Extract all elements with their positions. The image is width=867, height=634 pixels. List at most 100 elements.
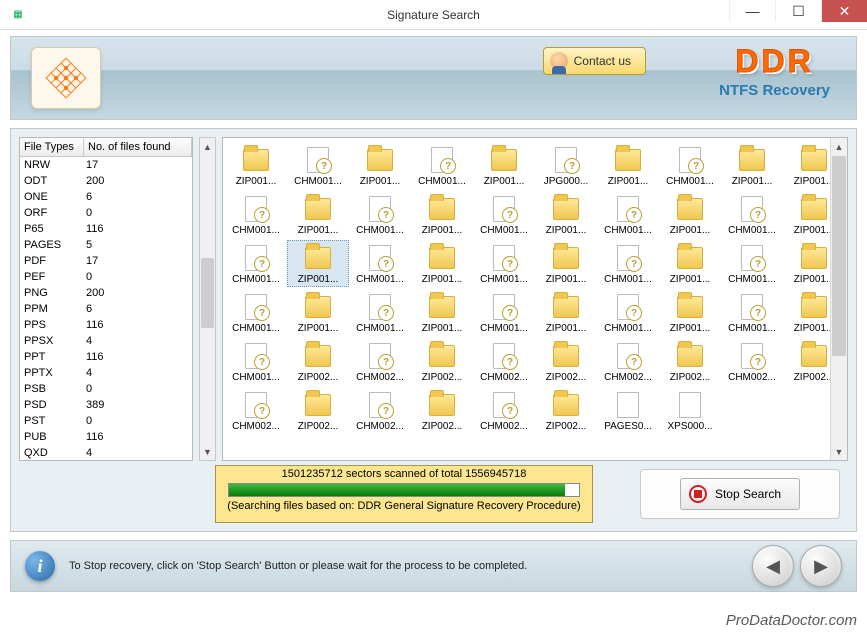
table-row[interactable]: PNG200 [20, 285, 192, 301]
table-row[interactable]: ODT200 [20, 173, 192, 189]
file-item[interactable]: ZIP002... [535, 387, 597, 434]
file-item[interactable]: CHM001... [721, 289, 783, 336]
file-item[interactable]: ZIP001... [411, 289, 473, 336]
file-item[interactable]: CHM002... [721, 338, 783, 385]
file-label: ZIP001... [794, 274, 835, 285]
file-item[interactable]: ZIP002... [659, 338, 721, 385]
table-row[interactable]: PPTX4 [20, 365, 192, 381]
file-item[interactable]: ZIP001... [287, 240, 349, 287]
scroll-down-icon[interactable]: ▼ [200, 443, 215, 460]
file-item[interactable]: PAGES0... [597, 387, 659, 434]
folder-icon [798, 291, 830, 323]
file-item[interactable]: ZIP002... [411, 387, 473, 434]
file-item[interactable]: CHM001... [597, 191, 659, 238]
file-item[interactable]: ZIP002... [287, 387, 349, 434]
scroll-up-icon[interactable]: ▲ [200, 138, 215, 155]
file-item[interactable]: ZIP002... [535, 338, 597, 385]
file-item[interactable]: CHM001... [473, 289, 535, 336]
file-item[interactable]: CHM002... [473, 387, 535, 434]
file-item[interactable]: ZIP001... [411, 240, 473, 287]
file-item[interactable]: ZIP001... [411, 191, 473, 238]
table-row[interactable]: PPSX4 [20, 333, 192, 349]
file-item[interactable]: CHM001... [349, 191, 411, 238]
table-row[interactable]: P65116 [20, 221, 192, 237]
file-item[interactable]: CHM002... [349, 387, 411, 434]
next-button[interactable]: ▶ [800, 545, 842, 587]
table-row[interactable]: PSB0 [20, 381, 192, 397]
file-item[interactable]: ZIP001... [349, 142, 411, 189]
folder-icon [302, 389, 334, 421]
file-item[interactable]: ZIP001... [721, 142, 783, 189]
table-row[interactable]: PPM6 [20, 301, 192, 317]
file-item[interactable]: CHM001... [597, 240, 659, 287]
table-row[interactable]: ONE6 [20, 189, 192, 205]
scroll-down-icon[interactable]: ▼ [831, 443, 847, 460]
file-item[interactable]: CHM002... [349, 338, 411, 385]
grid-scrollbar[interactable]: ▲ ▼ [830, 138, 847, 460]
table-row[interactable]: PEF0 [20, 269, 192, 285]
table-row[interactable]: PPS116 [20, 317, 192, 333]
file-item[interactable]: ZIP001... [535, 191, 597, 238]
scroll-thumb[interactable] [201, 258, 214, 328]
file-item[interactable]: ZIP001... [287, 191, 349, 238]
file-item[interactable]: ZIP001... [659, 191, 721, 238]
table-row[interactable]: PUB116 [20, 429, 192, 445]
scroll-up-icon[interactable]: ▲ [831, 138, 847, 155]
file-item[interactable]: CHM001... [473, 240, 535, 287]
contact-us-button[interactable]: Contact us [543, 47, 646, 75]
stop-search-button[interactable]: Stop Search [680, 478, 800, 510]
file-item[interactable]: CHM001... [659, 142, 721, 189]
file-item[interactable]: ZIP001... [597, 142, 659, 189]
table-row[interactable]: PSD389 [20, 397, 192, 413]
file-item[interactable]: ZIP001... [535, 289, 597, 336]
maximize-button[interactable]: ☐ [775, 0, 821, 22]
file-item[interactable]: CHM002... [597, 338, 659, 385]
table-header: File Types No. of files found [20, 138, 192, 157]
file-item[interactable]: ZIP001... [225, 142, 287, 189]
file-item[interactable]: ZIP001... [287, 289, 349, 336]
file-types-table: File Types No. of files found NRW17ODT20… [19, 137, 193, 461]
folder-icon [674, 291, 706, 323]
file-item[interactable]: ZIP001... [473, 142, 535, 189]
file-item[interactable]: ZIP002... [287, 338, 349, 385]
table-row[interactable]: PDF17 [20, 253, 192, 269]
col-count[interactable]: No. of files found [84, 138, 192, 156]
file-item[interactable]: ZIP001... [535, 240, 597, 287]
file-item[interactable]: ZIP001... [659, 240, 721, 287]
folder-icon [550, 389, 582, 421]
file-item[interactable]: JPG000... [535, 142, 597, 189]
file-item[interactable]: CHM001... [597, 289, 659, 336]
file-item[interactable]: CHM001... [287, 142, 349, 189]
file-item[interactable]: XPS000... [659, 387, 721, 434]
table-row[interactable]: PPT116 [20, 349, 192, 365]
table-row[interactable]: ORF0 [20, 205, 192, 221]
table-row[interactable]: NRW17 [20, 157, 192, 173]
table-row[interactable]: PST0 [20, 413, 192, 429]
file-item[interactable]: CHM001... [349, 289, 411, 336]
table-scrollbar[interactable]: ▲ ▼ [199, 137, 216, 461]
cell-type: PPT [20, 351, 84, 363]
minimize-button[interactable]: — [729, 0, 775, 22]
scroll-thumb[interactable] [832, 156, 846, 356]
file-item[interactable]: CHM001... [349, 240, 411, 287]
file-item[interactable]: CHM001... [225, 240, 287, 287]
file-item[interactable]: CHM001... [721, 240, 783, 287]
file-item[interactable]: CHM001... [225, 338, 287, 385]
cell-count: 4 [84, 335, 192, 347]
file-item[interactable]: CHM001... [721, 191, 783, 238]
file-item[interactable]: CHM001... [411, 142, 473, 189]
file-label: ZIP002... [422, 372, 463, 383]
back-button[interactable]: ◀ [752, 545, 794, 587]
close-button[interactable]: ✕ [821, 0, 867, 22]
file-item[interactable]: CHM002... [473, 338, 535, 385]
file-label: CHM001... [604, 323, 652, 334]
file-item[interactable]: ZIP001... [659, 289, 721, 336]
col-file-types[interactable]: File Types [20, 138, 84, 156]
table-row[interactable]: PAGES5 [20, 237, 192, 253]
file-item[interactable]: CHM001... [225, 289, 287, 336]
table-row[interactable]: QXD4 [20, 445, 192, 460]
file-item[interactable]: CHM001... [473, 191, 535, 238]
file-item[interactable]: ZIP002... [411, 338, 473, 385]
file-item[interactable]: CHM002... [225, 387, 287, 434]
file-item[interactable]: CHM001... [225, 191, 287, 238]
